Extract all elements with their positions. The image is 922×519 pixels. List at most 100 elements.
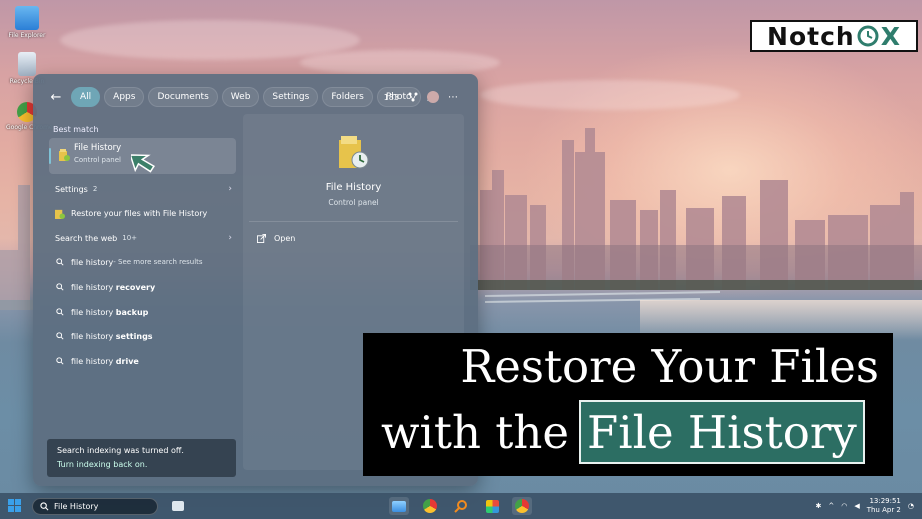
- best-match-title: File History: [74, 143, 122, 153]
- web-result-item[interactable]: file history recovery: [49, 276, 236, 298]
- rewards-points: 183: [383, 92, 399, 102]
- bluetooth-icon[interactable]: ✱: [815, 502, 821, 510]
- back-arrow-icon[interactable]: ←: [47, 88, 65, 106]
- chevron-right-icon: ›: [228, 233, 232, 243]
- filter-chip-documents[interactable]: Documents: [148, 87, 218, 107]
- title-banner: Restore Your Files with the File History: [363, 333, 893, 476]
- open-action[interactable]: Open: [257, 234, 295, 243]
- web-result-text: file history: [71, 307, 116, 317]
- file-history-icon: [59, 149, 70, 161]
- filter-chip-web[interactable]: Web: [221, 87, 260, 107]
- banner-title-prefix: with the: [381, 405, 569, 459]
- logo-text: Notch: [767, 21, 855, 51]
- web-result-suggestion: settings: [115, 331, 153, 341]
- web-result-item[interactable]: file history backup: [49, 301, 236, 323]
- web-result-suggestion: recovery: [115, 282, 156, 292]
- clock-o-icon: [857, 25, 879, 47]
- banner-title-line2: with the File History: [381, 399, 865, 465]
- pointer-arrow-icon: [131, 154, 155, 173]
- system-tray: ✱ ^ ◠ ◀ 13:29:51 Thu Apr 2 ◔: [815, 496, 914, 516]
- taskbar-search-input[interactable]: [54, 502, 150, 511]
- clock-date: Thu Apr 2: [866, 506, 901, 514]
- folder-icon: [392, 500, 406, 512]
- web-heading-row[interactable]: Search the web 10+ ›: [49, 227, 236, 249]
- filter-chip-apps[interactable]: Apps: [104, 87, 145, 107]
- taskbar-file-explorer[interactable]: [389, 497, 409, 515]
- taskbar-search-box[interactable]: [32, 498, 158, 515]
- windows-logo-icon: [8, 506, 14, 512]
- network-icon[interactable]: [408, 92, 418, 102]
- notchox-logo: Notch X: [750, 20, 918, 52]
- taskbar-search-app[interactable]: [451, 497, 471, 515]
- web-result-suggestion: backup: [115, 307, 149, 317]
- search-icon: [56, 308, 64, 316]
- wifi-icon[interactable]: ◠: [841, 502, 847, 510]
- desktop-icon-label: File Explorer: [8, 32, 46, 39]
- turn-indexing-on-link[interactable]: Turn indexing back on.: [57, 460, 147, 469]
- web-count: 10+: [122, 234, 138, 242]
- search-icon: [56, 283, 64, 291]
- task-view-icon: [172, 501, 184, 511]
- app-grid-icon: [485, 499, 499, 513]
- taskbar: ✱ ^ ◠ ◀ 13:29:51 Thu Apr 2 ◔: [0, 493, 922, 519]
- web-result-item[interactable]: file history settings: [49, 325, 236, 347]
- web-result-text: file history: [71, 282, 116, 292]
- taskbar-chrome[interactable]: [420, 497, 440, 515]
- open-external-icon: [257, 234, 266, 243]
- desktop-icon-file-explorer[interactable]: File Explorer: [6, 6, 48, 39]
- logo-text-accent: X: [880, 21, 901, 51]
- best-match-item-file-history[interactable]: File History Control panel: [49, 138, 236, 174]
- chevron-up-icon[interactable]: ^: [828, 502, 834, 510]
- indexing-notice: Search indexing was turned off. Turn ind…: [47, 439, 236, 477]
- divider: [249, 221, 458, 222]
- clock-time: 13:29:51: [869, 497, 901, 505]
- more-options-icon[interactable]: ⋯: [448, 92, 458, 103]
- taskbar-app-grid[interactable]: [482, 497, 502, 515]
- settings-heading: Settings: [55, 184, 88, 194]
- settings-item-label: Restore your files with File History: [71, 208, 208, 218]
- chrome-icon: [423, 499, 437, 513]
- filter-chip-folders[interactable]: Folders: [322, 87, 373, 107]
- selection-indicator: [49, 148, 51, 164]
- best-match-heading: Best match: [53, 124, 99, 134]
- filter-chip-all[interactable]: All: [71, 87, 101, 107]
- web-result-hint: - See more search results: [113, 258, 203, 266]
- settings-count: 2: [92, 185, 98, 193]
- clock[interactable]: 13:29:51 Thu Apr 2: [867, 497, 901, 515]
- task-view-button[interactable]: [168, 497, 188, 515]
- folder-icon: [15, 6, 39, 30]
- web-result-text: file history: [71, 257, 114, 267]
- windows-logo-icon: [15, 506, 21, 512]
- volume-icon[interactable]: ◀: [854, 502, 859, 510]
- recycle-bin-icon: [18, 52, 36, 76]
- open-action-label: Open: [274, 234, 296, 243]
- best-match-subtitle: Control panel: [74, 156, 121, 164]
- web-result-suggestion: drive: [115, 356, 139, 366]
- filter-chip-settings[interactable]: Settings: [263, 87, 319, 107]
- settings-heading-row[interactable]: Settings 2 ›: [49, 178, 236, 200]
- chevron-right-icon: ›: [228, 184, 232, 194]
- avatar[interactable]: [427, 91, 439, 103]
- results-list: Best match File History Control panel Se…: [47, 118, 237, 366]
- chrome-icon: [515, 499, 529, 513]
- windows-logo-icon: [15, 499, 21, 505]
- banner-title-highlight: File History: [578, 400, 865, 464]
- banner-title-line1: Restore Your Files: [460, 340, 879, 393]
- web-result-text: file history: [71, 331, 116, 341]
- search-icon: [56, 357, 64, 365]
- file-history-large-icon: [339, 136, 369, 169]
- panel-top-right: 183 ⋯: [384, 87, 458, 107]
- taskbar-chrome-alt[interactable]: [512, 497, 532, 515]
- indexing-notice-text: Search indexing was turned off.: [57, 446, 184, 455]
- web-result-item[interactable]: file history drive: [49, 350, 236, 372]
- notification-bell-icon[interactable]: ◔: [908, 502, 914, 510]
- search-icon: [56, 332, 64, 340]
- web-result-text: file history: [71, 356, 116, 366]
- web-result-item[interactable]: file history - See more search results: [49, 251, 236, 273]
- search-icon: [56, 258, 64, 266]
- start-button[interactable]: [8, 499, 22, 513]
- windows-logo-icon: [8, 499, 14, 505]
- search-icon: [40, 502, 49, 511]
- settings-item-restore[interactable]: Restore your files with File History: [49, 202, 236, 224]
- search-filter-bar: ← All Apps Documents Web Settings Folder…: [47, 87, 437, 107]
